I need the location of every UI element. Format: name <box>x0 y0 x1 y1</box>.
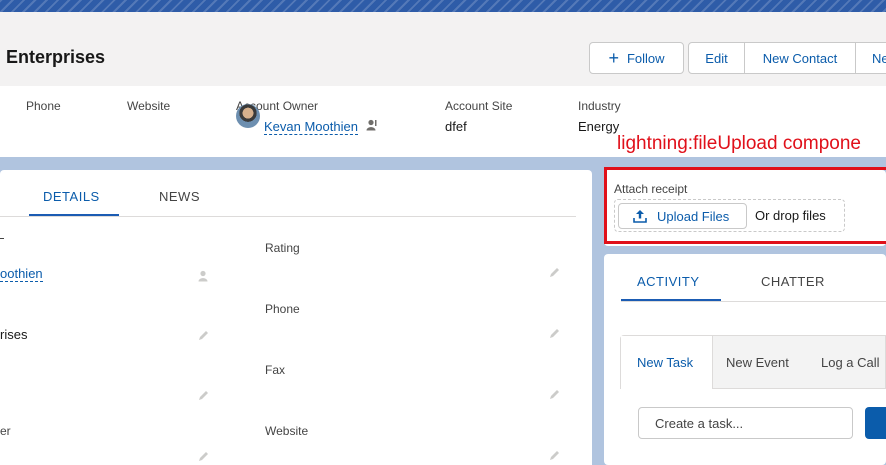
pencil-icon[interactable] <box>549 266 561 278</box>
new-contact-button[interactable]: New Contact <box>744 42 856 74</box>
page-title: Enterprises <box>6 47 106 67</box>
website-label: Website <box>127 99 171 113</box>
add-task-button[interactable] <box>865 407 886 439</box>
owner-field-value[interactable]: oothien <box>0 266 43 282</box>
pencil-icon[interactable] <box>198 450 210 462</box>
account-name-value: rises <box>0 327 28 342</box>
pencil-icon[interactable] <box>549 388 561 400</box>
parent-account-label: er <box>0 424 11 438</box>
details-tab-rule <box>0 216 576 217</box>
tab-new-task[interactable]: New Task <box>637 355 693 370</box>
tab-log-a-call[interactable]: Log a Call <box>821 355 880 370</box>
account-site-value: dfef <box>445 119 467 134</box>
upload-files-button[interactable]: Upload Files <box>618 203 747 229</box>
pencil-icon[interactable] <box>198 329 210 341</box>
activity-tab-rule <box>621 301 886 302</box>
industry-label: Industry <box>578 99 621 113</box>
owner-field-link[interactable]: oothien <box>0 266 43 282</box>
plus-icon: + <box>608 48 619 68</box>
website-field-label: Website <box>265 424 309 438</box>
phone-field-label: Phone <box>265 302 300 316</box>
attach-receipt-label: Attach receipt <box>614 182 688 196</box>
upload-files-label: Upload Files <box>657 208 730 224</box>
header-top: Enterprises + Follow Edit New Contact Ne <box>0 12 886 86</box>
file-upload-annotation: lightning:fileUpload compone <box>617 133 861 154</box>
upload-icon <box>633 210 647 223</box>
tab-news[interactable]: NEWS <box>159 189 200 204</box>
header-banner <box>0 0 886 12</box>
account-owner-value[interactable]: Kevan Moothien <box>264 119 358 135</box>
tab-new-event[interactable]: New Event <box>726 355 789 370</box>
tab-details[interactable]: DETAILS <box>43 189 100 204</box>
follow-label: Follow <box>626 50 665 66</box>
change-owner-icon[interactable] <box>366 119 378 131</box>
avatar[interactable] <box>236 104 260 128</box>
tab-activity[interactable]: ACTIVITY <box>637 274 700 289</box>
tab-chatter[interactable]: CHATTER <box>761 274 825 289</box>
phone-label: Phone <box>26 99 61 113</box>
pencil-icon[interactable] <box>549 449 561 461</box>
account-owner-link[interactable]: Kevan Moothien <box>264 119 358 135</box>
account-site-label: Account Site <box>445 99 513 113</box>
follow-button[interactable]: + Follow <box>589 42 684 74</box>
pencil-icon[interactable] <box>549 327 561 339</box>
change-owner-icon[interactable] <box>198 270 210 282</box>
edit-button[interactable]: Edit <box>688 42 745 74</box>
rating-label: Rating <box>265 241 300 255</box>
fax-label: Fax <box>265 363 286 377</box>
industry-value: Energy <box>578 119 620 134</box>
new-button-truncated[interactable]: Ne <box>855 42 886 74</box>
owner-field-label-fragment <box>0 238 4 239</box>
create-task-input[interactable]: Create a task... <box>638 407 853 439</box>
drop-files-text: Or drop files <box>755 208 826 223</box>
pencil-icon[interactable] <box>198 389 210 401</box>
